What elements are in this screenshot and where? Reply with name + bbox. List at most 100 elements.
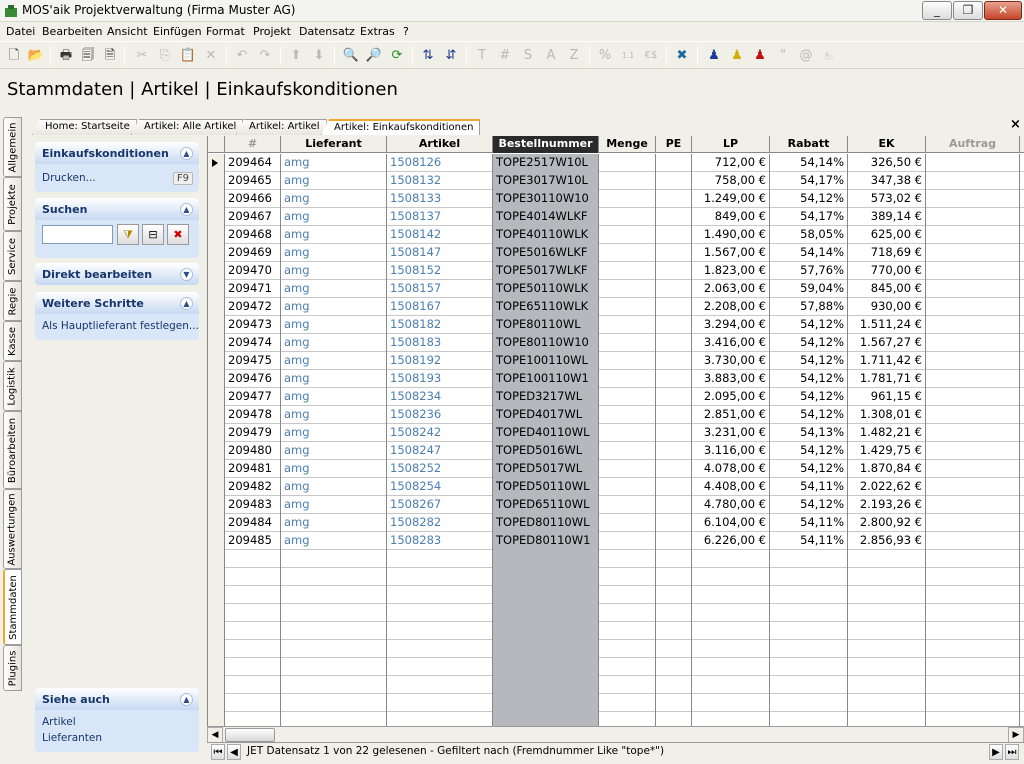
row-selector[interactable] [208, 442, 225, 460]
format-text-button[interactable]: T [472, 46, 492, 66]
cell-menge[interactable] [599, 334, 656, 352]
cell-hash[interactable] [225, 604, 281, 622]
user-blue-icon[interactable]: ♟ [704, 46, 724, 66]
paste-icon[interactable]: 📋 [178, 46, 198, 66]
cell-pe[interactable] [656, 154, 692, 172]
quote-button[interactable]: " [773, 46, 793, 66]
cell-auftrag[interactable] [926, 550, 1020, 568]
find-replace-icon[interactable]: 🔎 [364, 46, 384, 66]
cell-auftrag[interactable] [926, 154, 1020, 172]
cell-rabatt[interactable]: 54,17% [770, 208, 848, 226]
row-selector[interactable] [208, 262, 225, 280]
currency-button[interactable]: €$ [641, 46, 661, 66]
cell-bestellnummer[interactable]: TOPE4014WLKF [493, 208, 599, 226]
maximize-button[interactable]: ❐ [953, 1, 983, 20]
table-row[interactable]: 209472 amg 1508167 TOPE65110WLK 2.208,00 €57… [208, 298, 1024, 316]
cell-hash[interactable] [225, 676, 281, 694]
cell-rabatt[interactable]: 54,12% [770, 388, 848, 406]
tab-alle-artikel[interactable]: Artikel: Alle Artikel [131, 119, 244, 135]
table-row[interactable] [208, 622, 1024, 640]
cell-menge[interactable] [599, 298, 656, 316]
table-row[interactable]: 209473 amg 1508182 TOPE80110WL 3.294,00 €54,… [208, 316, 1024, 334]
column-header-lp[interactable]: LP [692, 136, 770, 153]
row-selector[interactable] [208, 640, 225, 658]
cell-auftrag[interactable] [926, 298, 1020, 316]
cell-menge[interactable] [599, 460, 656, 478]
cell-lieferant[interactable]: amg [281, 280, 387, 298]
cell-artikel[interactable]: 1508252 [387, 460, 493, 478]
cell-hash[interactable]: 209472 [225, 298, 281, 316]
cell-auftrag[interactable] [926, 586, 1020, 604]
new-document-icon[interactable]: 🗋 [4, 46, 24, 66]
cell-bestellnummer[interactable]: TOPED50110WL [493, 478, 599, 496]
pane-header[interactable]: Suchen ▲ [35, 198, 199, 220]
first-record-icon[interactable]: ⏮ [211, 744, 225, 760]
vtab-logistik[interactable]: Logistik [3, 361, 22, 411]
cell-lieferant[interactable]: amg [281, 316, 387, 334]
cell-rabatt[interactable]: 54,12% [770, 316, 848, 334]
table-row[interactable]: 209481 amg 1508252 TOPED5017WL 4.078,00 €54,… [208, 460, 1024, 478]
pane-header[interactable]: Siehe auch ▲ [35, 688, 199, 710]
cell-bestellnummer[interactable]: TOPE3017W10L [493, 172, 599, 190]
lieferanten-link[interactable]: Lieferanten [42, 732, 102, 744]
cell-hash[interactable]: 209483 [225, 496, 281, 514]
cell-auftrag[interactable] [926, 478, 1020, 496]
vtab-plugins[interactable]: Plugins [3, 645, 22, 691]
cell-hash[interactable]: 209465 [225, 172, 281, 190]
cell-auftrag[interactable] [926, 658, 1020, 676]
cell-lp[interactable]: 6.226,00 € [692, 532, 770, 550]
decimal-icon[interactable]: 1.1 [618, 46, 638, 66]
cell-hash[interactable]: 209468 [225, 226, 281, 244]
cell-auftrag[interactable] [926, 496, 1020, 514]
cell-lp[interactable]: 2.095,00 € [692, 388, 770, 406]
cell-lp[interactable]: 1.567,00 € [692, 244, 770, 262]
cell-lieferant[interactable]: amg [281, 514, 387, 532]
cell-auftrag[interactable] [926, 622, 1020, 640]
cell-ek[interactable]: 389,14 € [848, 208, 926, 226]
cell-auftrag[interactable] [926, 334, 1020, 352]
cell-lieferant[interactable]: amg [281, 370, 387, 388]
menu-projekt[interactable]: Projekt [253, 25, 291, 38]
cell-bestellnummer[interactable]: TOPE100110W1 [493, 370, 599, 388]
cell-rabatt[interactable]: 54,12% [770, 190, 848, 208]
cell-rabatt[interactable]: 54,12% [770, 370, 848, 388]
cell-artikel[interactable]: 1508147 [387, 244, 493, 262]
cell-pe[interactable] [656, 460, 692, 478]
row-selector[interactable] [208, 586, 225, 604]
scroll-right-icon[interactable]: ▶ [1008, 727, 1024, 743]
cell-auftrag[interactable] [926, 226, 1020, 244]
table-row[interactable]: 209465 amg 1508132 TOPE3017W10L 758,00 €54,1… [208, 172, 1024, 190]
cell-menge[interactable] [599, 154, 656, 172]
table-row[interactable]: 209469 amg 1508147 TOPE5016WLKF 1.567,00 €54… [208, 244, 1024, 262]
row-selector[interactable] [208, 478, 225, 496]
cell-lp[interactable] [692, 676, 770, 694]
cell-hash[interactable]: 209474 [225, 334, 281, 352]
format-number-button[interactable]: # [495, 46, 515, 66]
cell-hash[interactable]: 209476 [225, 370, 281, 388]
cell-auftrag[interactable] [926, 694, 1020, 712]
cell-menge[interactable] [599, 496, 656, 514]
table-row[interactable]: 209474 amg 1508183 TOPE80110W10 3.416,00 €54… [208, 334, 1024, 352]
cell-bestellnummer[interactable]: TOPE80110WL [493, 316, 599, 334]
cell-pe[interactable] [656, 388, 692, 406]
cell-menge[interactable] [599, 244, 656, 262]
row-selector[interactable] [208, 424, 225, 442]
cell-lieferant[interactable]: amg [281, 298, 387, 316]
cell-hash[interactable]: 209481 [225, 460, 281, 478]
cell-menge[interactable] [599, 370, 656, 388]
cell-artikel[interactable]: 1508132 [387, 172, 493, 190]
column-header-ek[interactable]: EK [848, 136, 926, 153]
cell-ek[interactable]: 1.308,01 € [848, 406, 926, 424]
cell-menge[interactable] [599, 586, 656, 604]
cell-ek[interactable]: 961,15 € [848, 388, 926, 406]
cell-menge[interactable] [599, 172, 656, 190]
cell-hash[interactable]: 209480 [225, 442, 281, 460]
cell-hash[interactable]: 209482 [225, 478, 281, 496]
drucken-link[interactable]: Drucken... [42, 172, 96, 184]
pane-header[interactable]: Weitere Schritte ▲ [35, 292, 199, 314]
cell-rabatt[interactable]: 54,12% [770, 460, 848, 478]
cell-lp[interactable] [692, 586, 770, 604]
cell-hash[interactable]: 209485 [225, 532, 281, 550]
collapse-icon[interactable]: ▲ [180, 147, 193, 160]
cell-hash[interactable]: 209479 [225, 424, 281, 442]
